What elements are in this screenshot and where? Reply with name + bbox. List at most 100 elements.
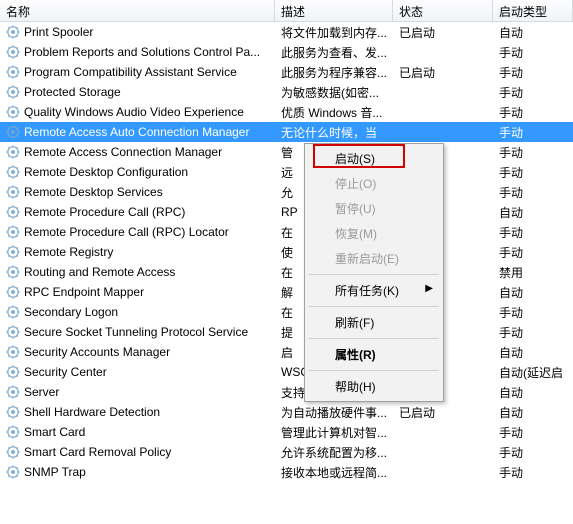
gear-icon — [6, 105, 20, 119]
gear-icon — [6, 245, 20, 259]
gear-icon — [6, 225, 20, 239]
service-name: Print Spooler — [24, 25, 93, 39]
table-row[interactable]: Quality Windows Audio Video Experience优质… — [0, 102, 573, 122]
table-row[interactable]: Shell Hardware Detection 为自动播放硬件事...已启动自动 — [0, 402, 573, 422]
gear-icon — [6, 85, 20, 99]
table-row[interactable]: Remote Access Connection Manager管手动 — [0, 142, 573, 162]
service-name: Remote Procedure Call (RPC) — [24, 205, 185, 219]
service-name: Secure Socket Tunneling Protocol Service — [24, 325, 248, 339]
service-startup: 禁用 — [493, 264, 573, 281]
service-desc: 此服务为查看、发... — [275, 44, 393, 61]
menu-refresh[interactable]: 刷新(F) — [307, 310, 441, 335]
table-row[interactable]: SNMP Trap接收本地或远程简...手动 — [0, 462, 573, 482]
gear-icon — [6, 445, 20, 459]
context-menu: 启动(S) 停止(O) 暂停(U) 恢复(M) 重新启动(E) 所有任务(K)▶… — [304, 143, 444, 402]
table-row[interactable]: Routing and Remote Access在禁用 — [0, 262, 573, 282]
gear-icon — [6, 325, 20, 339]
table-row[interactable]: Secure Socket Tunneling Protocol Service… — [0, 322, 573, 342]
menu-alltasks[interactable]: 所有任务(K)▶ — [307, 278, 441, 303]
header-desc[interactable]: 描述 — [275, 0, 393, 21]
service-name: SNMP Trap — [24, 465, 86, 479]
gear-icon — [6, 65, 20, 79]
menu-pause: 暂停(U) — [307, 196, 441, 221]
service-name: Server — [24, 385, 59, 399]
service-status: 已启动 — [393, 24, 493, 41]
table-row[interactable]: Smart Card Removal Policy允许系统配置为移...手动 — [0, 442, 573, 462]
gear-icon — [6, 165, 20, 179]
service-desc: 为自动播放硬件事... — [275, 404, 393, 421]
gear-icon — [6, 145, 20, 159]
gear-icon — [6, 385, 20, 399]
table-row[interactable]: Print Spooler将文件加载到内存...已启动自动 — [0, 22, 573, 42]
table-row[interactable]: Smart Card管理此计算机对智...手动 — [0, 422, 573, 442]
gear-icon — [6, 465, 20, 479]
service-startup: 手动 — [493, 144, 573, 161]
header-name[interactable]: 名称 — [0, 0, 275, 21]
service-status: 已启动 — [393, 404, 493, 421]
table-row[interactable]: Remote Desktop Services允手动 — [0, 182, 573, 202]
menu-separator — [309, 370, 439, 371]
service-startup: 自动(延迟启 — [493, 364, 573, 381]
gear-icon — [6, 365, 20, 379]
service-desc: 此服务为程序兼容... — [275, 64, 393, 81]
table-row[interactable]: Server支持此计算机通过...已启动自动 — [0, 382, 573, 402]
service-name: Remote Procedure Call (RPC) Locator — [24, 225, 229, 239]
service-name: Security Center — [24, 365, 107, 379]
service-name: Program Compatibility Assistant Service — [24, 65, 237, 79]
table-row[interactable]: Secondary Logon在手动 — [0, 302, 573, 322]
menu-start[interactable]: 启动(S) — [307, 146, 441, 171]
table-row[interactable]: Security Accounts Manager启自动 — [0, 342, 573, 362]
table-row[interactable]: Remote Procedure Call (RPC)RP自动 — [0, 202, 573, 222]
service-name: Routing and Remote Access — [24, 265, 175, 279]
service-name: Quality Windows Audio Video Experience — [24, 105, 244, 119]
service-name: Remote Desktop Configuration — [24, 165, 188, 179]
service-desc: 接收本地或远程简... — [275, 464, 393, 481]
service-name: Remote Desktop Services — [24, 185, 163, 199]
table-row[interactable]: Remote Registry使手动 — [0, 242, 573, 262]
table-row[interactable]: RPC Endpoint Mapper解自动 — [0, 282, 573, 302]
gear-icon — [6, 265, 20, 279]
table-row[interactable]: Problem Reports and Solutions Control Pa… — [0, 42, 573, 62]
menu-resume: 恢复(M) — [307, 221, 441, 246]
service-name: Shell Hardware Detection — [24, 405, 160, 419]
service-startup: 手动 — [493, 124, 573, 141]
service-startup: 手动 — [493, 304, 573, 321]
table-row[interactable]: Security CenterWSCSVC(Windo...已启动自动(延迟启 — [0, 362, 573, 382]
service-desc: 为敏感数据(如密... — [275, 84, 393, 101]
service-name: Remote Registry — [24, 245, 113, 259]
table-row[interactable]: Remote Access Auto Connection Manager 无论什… — [0, 122, 573, 142]
gear-icon — [6, 125, 20, 139]
service-desc: 管理此计算机对智... — [275, 424, 393, 441]
service-desc: 无论什么时候，当 — [275, 124, 393, 141]
service-name: Remote Access Connection Manager — [24, 145, 222, 159]
service-startup: 自动 — [493, 384, 573, 401]
menu-separator — [309, 306, 439, 307]
menu-properties[interactable]: 属性(R) — [307, 342, 441, 367]
service-startup: 自动 — [493, 404, 573, 421]
table-row[interactable]: Remote Procedure Call (RPC) Locator在手动 — [0, 222, 573, 242]
service-list: Print Spooler将文件加载到内存...已启动自动Problem Rep… — [0, 22, 573, 482]
header-status[interactable]: 状态 — [393, 0, 493, 21]
table-row[interactable]: Protected Storage为敏感数据(如密...手动 — [0, 82, 573, 102]
service-startup: 手动 — [493, 324, 573, 341]
header-startup[interactable]: 启动类型 — [493, 0, 573, 21]
gear-icon — [6, 345, 20, 359]
service-startup: 自动 — [493, 284, 573, 301]
gear-icon — [6, 185, 20, 199]
service-startup: 自动 — [493, 24, 573, 41]
service-startup: 手动 — [493, 104, 573, 121]
service-startup: 手动 — [493, 444, 573, 461]
service-name: Remote Access Auto Connection Manager — [24, 125, 249, 139]
service-startup: 手动 — [493, 84, 573, 101]
service-startup: 手动 — [493, 244, 573, 261]
gear-icon — [6, 405, 20, 419]
gear-icon — [6, 25, 20, 39]
menu-help[interactable]: 帮助(H) — [307, 374, 441, 399]
chevron-right-icon: ▶ — [425, 283, 433, 294]
table-row[interactable]: Program Compatibility Assistant Service 此… — [0, 62, 573, 82]
table-row[interactable]: Remote Desktop Configuration远手动 — [0, 162, 573, 182]
service-startup: 自动 — [493, 344, 573, 361]
service-desc: 允许系统配置为移... — [275, 444, 393, 461]
service-startup: 手动 — [493, 44, 573, 61]
menu-stop: 停止(O) — [307, 171, 441, 196]
